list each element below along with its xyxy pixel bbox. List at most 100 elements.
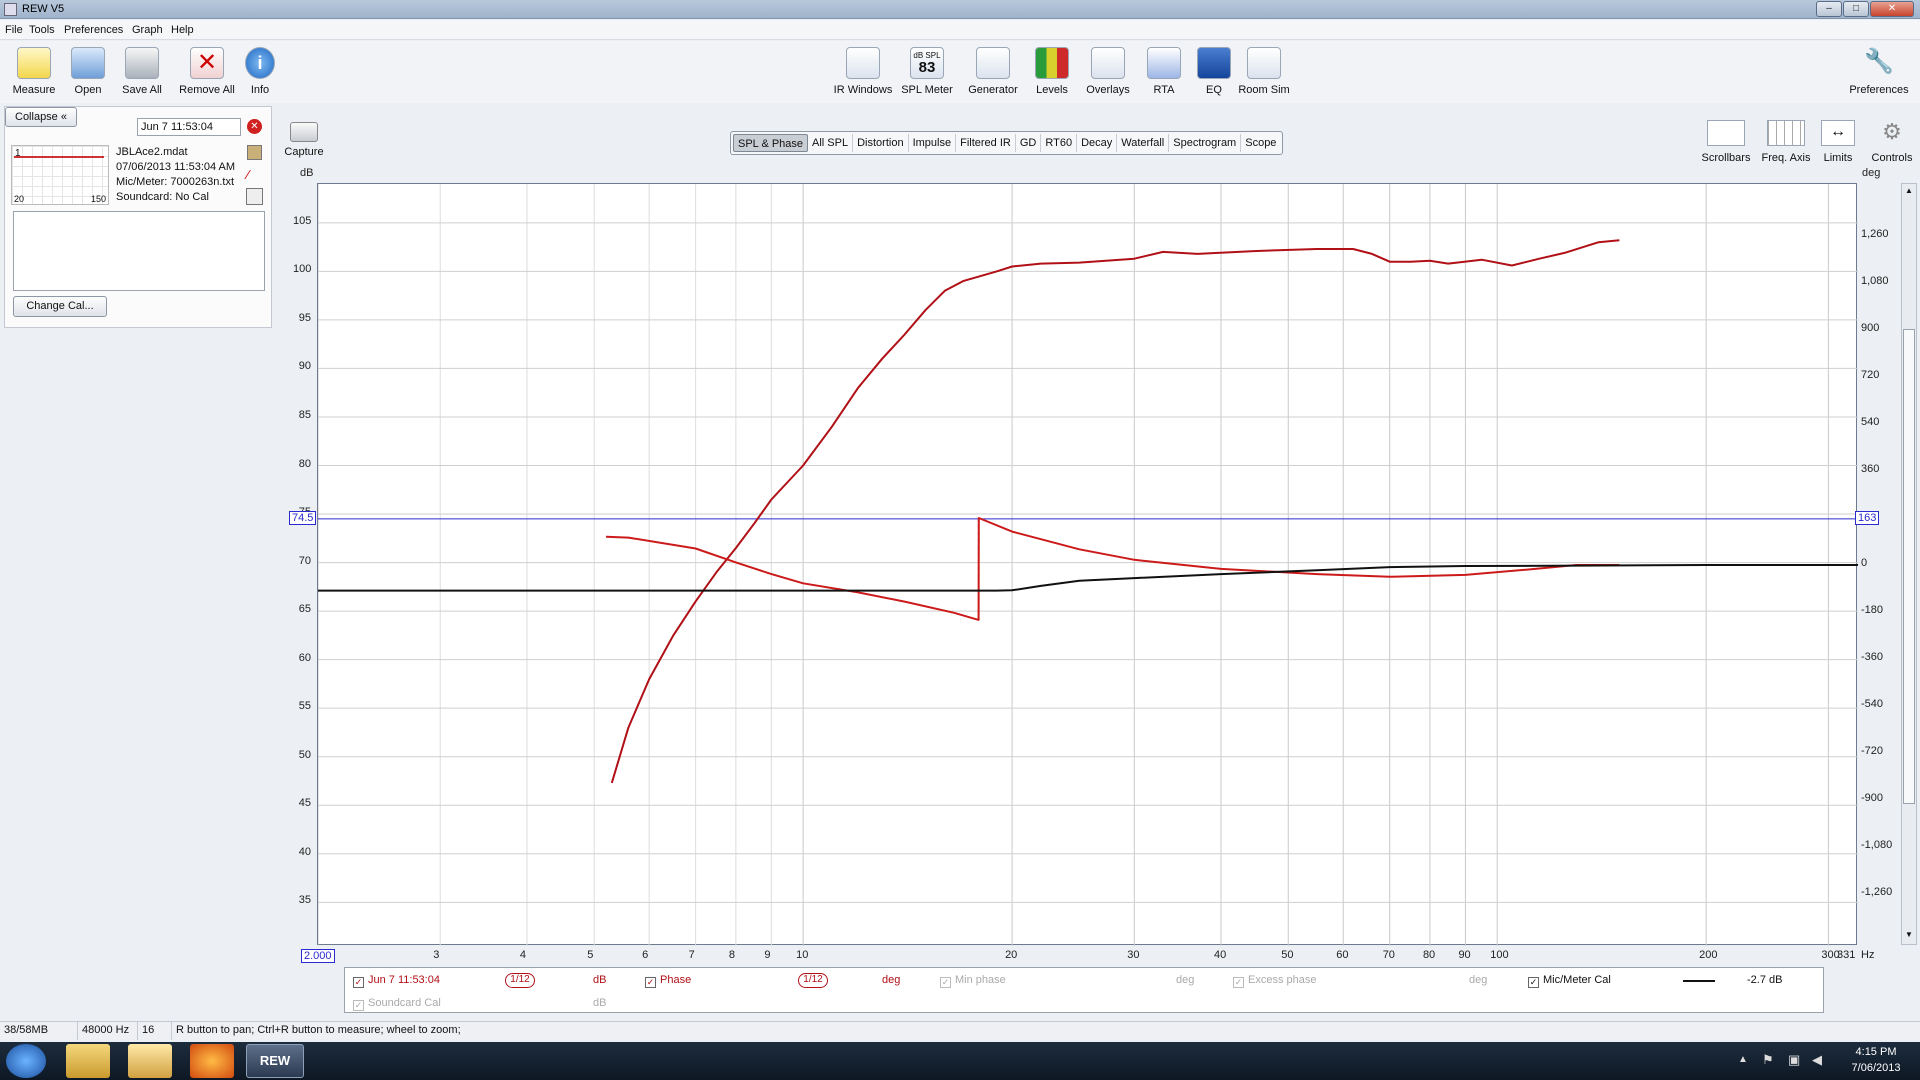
- windows-taskbar: REW ▲ ⚑ ▣ ◀ 4:15 PM 7/06/2013: [0, 1042, 1920, 1080]
- y2-tick-label: -1,260: [1861, 886, 1893, 899]
- legend-excess-phase[interactable]: ✓ Excess phase: [1233, 974, 1316, 988]
- start-button[interactable]: [6, 1044, 46, 1078]
- action-center-icon[interactable]: ⚑: [1762, 1052, 1774, 1068]
- camera-icon: [290, 122, 318, 142]
- plot-area[interactable]: [317, 184, 1858, 946]
- menu-graph[interactable]: Graph: [132, 24, 163, 36]
- y2-axis-unit: deg: [1862, 167, 1881, 179]
- scrollbar-thumb[interactable]: [1903, 329, 1915, 804]
- levels-button[interactable]: Levels: [1020, 47, 1084, 96]
- freq-axis-button[interactable]: Freq. Axis: [1754, 120, 1818, 164]
- close-button[interactable]: ✕: [1870, 1, 1914, 17]
- menu-tools[interactable]: Tools: [29, 24, 55, 36]
- legend-min-phase[interactable]: ✓ Min phase: [940, 974, 1006, 988]
- double-chevron-left-icon: «: [60, 111, 67, 123]
- checkbox-icon[interactable]: ✓: [645, 977, 656, 988]
- room-sim-icon: [1247, 47, 1281, 79]
- phase-smoothing-badge[interactable]: 1/12: [798, 973, 828, 988]
- menu-help[interactable]: Help: [171, 24, 194, 36]
- edit-notes-icon[interactable]: [247, 145, 262, 160]
- tab-spectrogram[interactable]: Spectrogram: [1169, 134, 1242, 152]
- y-tick-label: 75: [298, 506, 311, 519]
- spl-smoothing-badge[interactable]: 1/12: [505, 973, 535, 988]
- tab-spl-phase[interactable]: SPL & Phase: [733, 134, 809, 152]
- controls-button[interactable]: ⚙ Controls: [1864, 120, 1920, 165]
- sample-rate: 48000 Hz: [78, 1022, 138, 1040]
- open-folder-icon: [71, 47, 105, 79]
- status-bar: 38/58MB 48000 Hz 16 Bit R button to pan;…: [0, 1021, 1920, 1053]
- y-tick-label: 90: [298, 360, 311, 373]
- checkbox-icon[interactable]: ✓: [1528, 977, 1539, 988]
- tab-decay[interactable]: Decay: [1077, 134, 1118, 152]
- spl-phase-graph[interactable]: [317, 183, 1858, 946]
- vertical-scrollbar[interactable]: ▲ ▼: [1901, 183, 1917, 945]
- save-all-button[interactable]: Save All: [110, 47, 174, 96]
- clock-date[interactable]: 7/06/2013: [1842, 1062, 1910, 1074]
- legend-spl[interactable]: ✓ Jun 7 11:53:04: [353, 974, 440, 988]
- x-tick-label: 20: [1005, 949, 1018, 961]
- explorer-icon[interactable]: [66, 1044, 110, 1078]
- trace-mic-cal: [318, 564, 1858, 592]
- menu-preferences[interactable]: Preferences: [64, 24, 123, 36]
- scroll-up-icon[interactable]: ▲: [1903, 186, 1915, 198]
- y2-tick-label: -360: [1861, 651, 1884, 664]
- legend-soundcard-cal[interactable]: ✓ Soundcard Cal: [353, 997, 441, 1011]
- tab-filtered-ir[interactable]: Filtered IR: [956, 134, 1016, 152]
- ir-windows-button[interactable]: IR Windows: [831, 47, 895, 96]
- mail-icon[interactable]: [128, 1044, 172, 1078]
- wrench-icon: 🔧: [1864, 48, 1894, 75]
- scroll-down-icon[interactable]: ▼: [1903, 930, 1915, 942]
- y-tick-label: 45: [298, 797, 311, 810]
- legend-phase[interactable]: ✓ Phase: [645, 974, 691, 988]
- rew-taskbar-button[interactable]: REW: [246, 1044, 304, 1078]
- x-tick-label: 80: [1422, 949, 1436, 961]
- generator-button[interactable]: Generator: [961, 47, 1025, 96]
- tab-waterfall[interactable]: Waterfall: [1117, 134, 1170, 152]
- y2-tick-label: 720: [1861, 368, 1880, 381]
- legend-excess-phase-unit: deg: [1469, 974, 1488, 986]
- clock-time[interactable]: 4:15 PM: [1846, 1046, 1906, 1058]
- tab-impulse[interactable]: Impulse: [909, 134, 957, 152]
- network-icon[interactable]: ▣: [1788, 1052, 1800, 1068]
- capture-button[interactable]: Capture: [282, 122, 326, 158]
- spl-meter-button[interactable]: dB SPL 83 SPL Meter: [895, 47, 959, 96]
- cursor-db-label: 74.5: [289, 510, 317, 525]
- info-button[interactable]: i Info: [228, 47, 292, 96]
- overlays-button[interactable]: Overlays: [1076, 47, 1140, 96]
- limits-button[interactable]: ↔ Limits: [1810, 120, 1866, 164]
- scrollbars-button[interactable]: Scrollbars: [1694, 120, 1758, 164]
- checkbox-icon[interactable]: ✓: [1233, 977, 1244, 988]
- x-tick-label: 50: [1281, 949, 1294, 961]
- tab-all-spl[interactable]: All SPL: [808, 134, 854, 152]
- checkbox-icon[interactable]: ✓: [940, 977, 951, 988]
- legend-mic-cal[interactable]: ✓ Mic/Meter Cal: [1528, 974, 1611, 988]
- measurement-name-field[interactable]: Jun 7 11:53:04: [137, 118, 241, 136]
- checkbox-icon[interactable]: ✓: [353, 1000, 364, 1011]
- change-cal-button[interactable]: Change Cal...: [13, 296, 107, 317]
- show-hidden-icons-icon[interactable]: ▲: [1738, 1054, 1748, 1065]
- remove-measurement-icon[interactable]: ✕: [247, 119, 262, 134]
- line-color-icon[interactable]: ⁄: [247, 167, 262, 182]
- firefox-icon[interactable]: [190, 1044, 234, 1078]
- room-sim-button[interactable]: Room Sim: [1232, 47, 1296, 96]
- trace-phase: [605, 517, 1620, 621]
- measurement-thumbnail[interactable]: 1 20 150: [11, 145, 109, 205]
- notes-textarea[interactable]: [13, 211, 265, 291]
- volume-icon[interactable]: ◀: [1812, 1052, 1822, 1068]
- tab-distortion[interactable]: Distortion: [853, 134, 909, 152]
- maximize-button[interactable]: □: [1843, 1, 1869, 17]
- checkbox-icon[interactable]: ✓: [353, 977, 364, 988]
- eq-icon: [1197, 47, 1231, 79]
- measurement-settings-icon[interactable]: [246, 188, 263, 205]
- x-tick-label: 60: [1336, 949, 1349, 961]
- ir-windows-icon: [846, 47, 880, 79]
- x-tick-label: 2.000: [301, 949, 335, 963]
- tab-rt60[interactable]: RT60: [1041, 134, 1078, 152]
- menu-file[interactable]: File: [5, 24, 23, 36]
- minimize-button[interactable]: –: [1816, 1, 1842, 17]
- tab-gd[interactable]: GD: [1016, 134, 1042, 152]
- tab-scope[interactable]: Scope: [1241, 134, 1280, 152]
- preferences-button[interactable]: 🔧 Preferences: [1844, 47, 1914, 96]
- collapse-button[interactable]: Collapse «: [5, 107, 77, 127]
- app-icon: [4, 3, 17, 16]
